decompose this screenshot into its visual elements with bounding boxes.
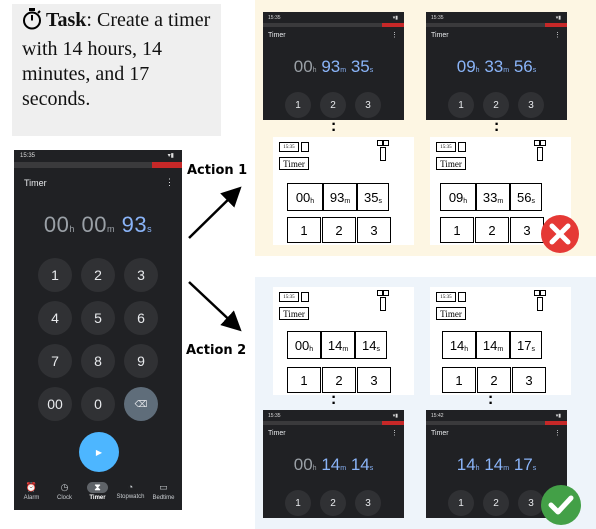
- ellipsis-dots: · ·: [488, 389, 494, 412]
- key-2[interactable]: 2: [322, 217, 356, 243]
- key-2[interactable]: 2: [477, 367, 511, 393]
- key-1[interactable]: 1: [287, 367, 321, 393]
- key-3[interactable]: 3: [510, 217, 544, 243]
- key-1[interactable]: 1: [287, 217, 321, 243]
- key-1[interactable]: 1: [440, 217, 474, 243]
- key-2[interactable]: 2: [475, 217, 509, 243]
- key-3[interactable]: 3: [355, 490, 381, 516]
- panel2-after-display: 14h 14m 17s: [456, 455, 537, 474]
- key-2[interactable]: 2: [322, 367, 356, 393]
- panel1-after-display: 09h 33m 56s: [456, 57, 537, 76]
- minutes-cell: 14 m: [476, 331, 510, 359]
- ellipsis-dots: · ·: [331, 116, 337, 139]
- panel2-before-display: 00h 14m 14s: [293, 455, 374, 474]
- key-2[interactable]: 2: [320, 92, 346, 118]
- panel1-screen-after: 15:35 ▾▮ Timer ⋮ 09h 33m 56s 1 2 3: [426, 12, 567, 120]
- seconds-cell: 17 s: [510, 331, 542, 359]
- key-2[interactable]: 2: [320, 490, 346, 516]
- panel1-wire-before: 15:35 Timer 00 h 93 m 35 s 1 2 3: [273, 137, 414, 245]
- wrong-icon: [541, 215, 579, 253]
- check-icon: [541, 485, 581, 525]
- key-3[interactable]: 3: [357, 217, 391, 243]
- panel2-wire-before: 15:35 Timer 00 h 14 m 14 s 1 2 3: [273, 287, 414, 395]
- seconds-cell: 35 s: [357, 183, 389, 211]
- key-3[interactable]: 3: [355, 92, 381, 118]
- hours-cell: 00 h: [287, 331, 321, 359]
- panel1-before-display: 00h 93m 35s: [293, 57, 374, 76]
- ellipsis-dots: · ·: [494, 116, 500, 139]
- seconds-cell: 14 s: [355, 331, 387, 359]
- key-2[interactable]: 2: [483, 490, 509, 516]
- minutes-cell: 93 m: [323, 183, 357, 211]
- panel2-screen-before: 15:35 ▾▮ Timer ⋮ 00h 14m 14s 1 2 3: [263, 410, 404, 518]
- panel2-wire-after: 15:35 Timer 14 h 14 m 17 s 1 2 3: [430, 287, 571, 395]
- action-1-arrow: [188, 186, 242, 239]
- key-1[interactable]: 1: [285, 490, 311, 516]
- hours-cell: 09 h: [440, 183, 476, 211]
- hours-cell: 14 h: [442, 331, 476, 359]
- key-1[interactable]: 1: [448, 92, 474, 118]
- key-3[interactable]: 3: [357, 367, 391, 393]
- hours-cell: 00 h: [287, 183, 323, 211]
- key-2[interactable]: 2: [483, 92, 509, 118]
- action-2-arrow: [188, 281, 242, 332]
- key-3[interactable]: 3: [512, 367, 546, 393]
- key-1[interactable]: 1: [285, 92, 311, 118]
- ellipsis-dots: · ·: [331, 389, 337, 412]
- key-1[interactable]: 1: [442, 367, 476, 393]
- seconds-cell: 56 s: [510, 183, 542, 211]
- minutes-cell: 33 m: [476, 183, 510, 211]
- panel1-screen-before: 15:35 ▾▮ Timer ⋮ 00h 93m 35s 1 2 3: [263, 12, 404, 120]
- key-1[interactable]: 1: [448, 490, 474, 516]
- minutes-cell: 14 m: [321, 331, 355, 359]
- key-3[interactable]: 3: [518, 92, 544, 118]
